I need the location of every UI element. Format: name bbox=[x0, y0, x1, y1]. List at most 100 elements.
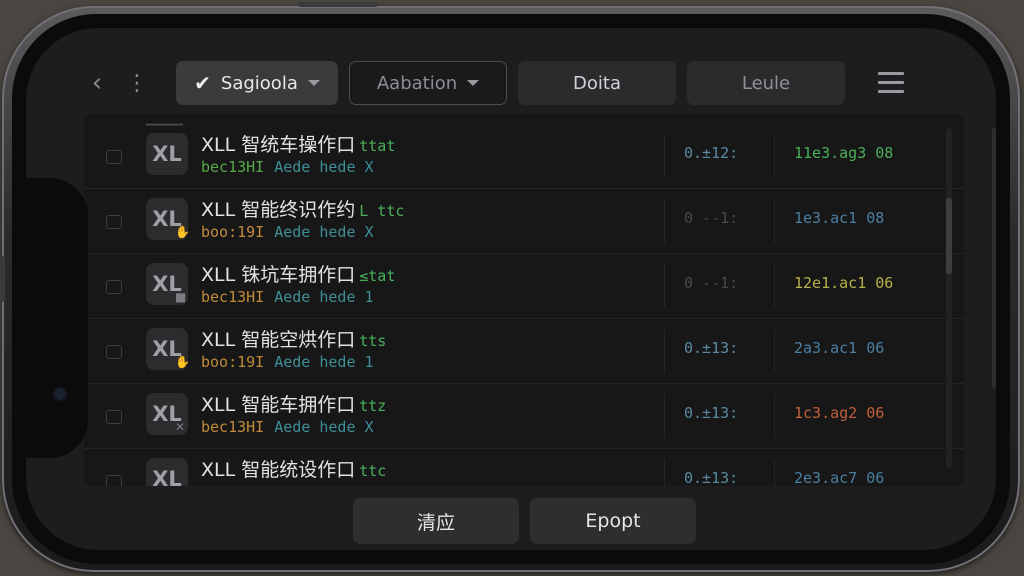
column-divider bbox=[774, 394, 775, 438]
segment-doita[interactable]: Doita bbox=[518, 61, 676, 105]
segment-sagioola[interactable]: ✔ Sagioola bbox=[176, 61, 338, 105]
camera-icon bbox=[54, 388, 66, 400]
column-divider bbox=[774, 134, 775, 178]
row-title: XLL 智能车拥作口 ttz bbox=[201, 390, 386, 417]
more-button[interactable]: ⋮ bbox=[122, 61, 152, 105]
row-checkbox[interactable] bbox=[106, 475, 122, 486]
row-tag: L ttc bbox=[359, 202, 405, 220]
row-time: 0.±12: bbox=[684, 144, 739, 162]
row-sub-code: bec13HI bbox=[201, 158, 265, 176]
column-divider bbox=[774, 264, 775, 308]
clear-button-label: 清应 bbox=[416, 511, 455, 534]
bezel: ‹ ⋮ ✔ Sagioola Aabation Doita Leule ▔▔▔ … bbox=[12, 14, 1010, 564]
partial-row-above: ▔▔▔ ▔▔▔▔ bbox=[146, 114, 183, 138]
outer-scrollbar[interactable] bbox=[992, 128, 996, 388]
screen: ‹ ⋮ ✔ Sagioola Aabation Doita Leule ▔▔▔ … bbox=[26, 28, 996, 550]
hamburger-menu-icon[interactable] bbox=[878, 72, 904, 94]
row-title-text: XLL 智能终识作约 bbox=[201, 199, 356, 221]
avatar: XL bbox=[146, 458, 188, 486]
row-sub-detail: Aede hede 1 bbox=[274, 288, 374, 306]
row-subtitle bbox=[201, 483, 211, 486]
row-checkbox[interactable] bbox=[106, 280, 122, 294]
row-subtitle: bec13HI Aede hede X bbox=[201, 158, 374, 176]
row-sub-code: boo:19I bbox=[201, 353, 265, 371]
row-value: 12e1.ac1 06 bbox=[794, 274, 894, 292]
camera-notch bbox=[26, 178, 88, 458]
row-tag: tts bbox=[359, 332, 387, 350]
avatar: XL bbox=[146, 133, 188, 175]
row-checkbox[interactable] bbox=[106, 150, 122, 164]
row-checkbox[interactable] bbox=[106, 345, 122, 359]
caret-down-icon bbox=[307, 80, 320, 86]
list-item[interactable]: XL ✕ XLL 智能车拥作口 ttz bec13HI Aede hede X 0.… bbox=[84, 384, 964, 449]
scrollbar-track[interactable] bbox=[946, 128, 952, 468]
column-divider bbox=[664, 134, 665, 178]
segment-label: Doita bbox=[573, 72, 621, 94]
column-divider bbox=[774, 459, 775, 486]
row-subtitle: boo:19I Aede hede 1 bbox=[201, 353, 374, 371]
row-title-text: XLL 智能车拥作口 bbox=[201, 394, 356, 416]
column-divider bbox=[664, 394, 665, 438]
segment-label: Sagioola bbox=[220, 72, 298, 94]
clear-button[interactable]: 清应 bbox=[353, 498, 519, 544]
avatar-badge-icon: ✋ bbox=[175, 355, 190, 369]
phone-frame: ‹ ⋮ ✔ Sagioola Aabation Doita Leule ▔▔▔ … bbox=[0, 2, 1020, 572]
column-divider bbox=[664, 264, 665, 308]
top-button bbox=[298, 2, 378, 7]
row-title: XLL 智统车操作口 ttat bbox=[201, 130, 395, 157]
column-divider bbox=[664, 199, 665, 243]
checkmark-icon: ✔ bbox=[194, 71, 211, 95]
avatar-badge-icon: ✕ bbox=[175, 420, 186, 434]
column-divider bbox=[774, 329, 775, 373]
row-sub-detail: Aede hede X bbox=[274, 158, 374, 176]
row-value: 2a3.ac1 06 bbox=[794, 339, 885, 357]
segment-aabation[interactable]: Aabation bbox=[349, 61, 507, 105]
segment-label: Leule bbox=[741, 72, 791, 94]
row-title: XLL 智能空烘作口 tts bbox=[201, 325, 386, 352]
row-time: 0 --1: bbox=[684, 209, 739, 227]
row-subtitle: bec13HI Aede hede 1 bbox=[201, 288, 374, 306]
chevron-left-icon: ‹ bbox=[91, 68, 103, 98]
row-time: 0.±13: bbox=[684, 469, 739, 486]
list-item[interactable]: XL ✋ XLL 智能空烘作口 tts boo:19I Aede hede 1 0.… bbox=[84, 319, 964, 384]
column-divider bbox=[664, 459, 665, 486]
column-divider bbox=[774, 199, 775, 243]
back-button[interactable]: ‹ bbox=[82, 61, 112, 105]
export-button-label: Epopt bbox=[585, 510, 641, 532]
row-sub-detail: Aede hede X bbox=[274, 418, 374, 436]
list-item[interactable]: XL XLL 智能统设作口 ttc 0.±13: 2e3.ac7 06 bbox=[84, 449, 964, 486]
segment-label: Aabation bbox=[376, 72, 458, 94]
row-title-text: XLL 智能统设作口 bbox=[201, 459, 356, 481]
column-divider bbox=[664, 329, 665, 373]
row-subtitle: boo:19I Aede hede X bbox=[201, 223, 374, 241]
segment-leule[interactable]: Leule bbox=[687, 61, 845, 105]
toolbar: ‹ ⋮ ✔ Sagioola Aabation Doita Leule bbox=[86, 61, 976, 105]
row-tag: ttz bbox=[359, 397, 387, 415]
row-sub-detail: Aede hede 1 bbox=[274, 353, 374, 371]
row-title: XLL 铢坑车拥作口 ≤tat bbox=[201, 260, 395, 287]
row-tag: ttc bbox=[359, 462, 387, 480]
row-subtitle: bec13HI Aede hede X bbox=[201, 418, 374, 436]
log-list-panel: ▔▔▔ ▔▔▔▔ XL XLL 智统车操作口 ttat bec13HI Aede h… bbox=[84, 114, 964, 486]
row-checkbox[interactable] bbox=[106, 215, 122, 229]
row-checkbox[interactable] bbox=[106, 410, 122, 424]
vertical-dots-icon: ⋮ bbox=[126, 70, 148, 96]
export-button[interactable]: Epopt bbox=[530, 498, 696, 544]
log-list: XL XLL 智统车操作口 ttat bec13HI Aede hede X 0.±… bbox=[84, 124, 964, 486]
row-title: XLL 智能终识作约 L ttc bbox=[201, 195, 404, 222]
row-sub-code: bec13HI bbox=[201, 418, 265, 436]
avatar-badge-icon: ✋ bbox=[175, 225, 190, 239]
list-item[interactable]: XL ✋ XLL 智能终识作约 L ttc boo:19I Aede hede X … bbox=[84, 189, 964, 254]
avatar-badge-icon: ■ bbox=[175, 290, 187, 304]
row-title-text: XLL 铢坑车拥作口 bbox=[201, 264, 356, 286]
caret-down-icon bbox=[467, 80, 480, 86]
row-value: 1e3.ac1 08 bbox=[794, 209, 885, 227]
row-time: 0.±13: bbox=[684, 404, 739, 422]
row-title-text: XLL 智能空烘作口 bbox=[201, 329, 356, 351]
scrollbar-thumb[interactable] bbox=[946, 198, 952, 274]
row-value: 1c3.ag2 06 bbox=[794, 404, 885, 422]
list-item[interactable]: XL XLL 智统车操作口 ttat bec13HI Aede hede X 0.±… bbox=[84, 124, 964, 189]
list-item[interactable]: XL ■ XLL 铢坑车拥作口 ≤tat bec13HI Aede hede 1 0… bbox=[84, 254, 964, 319]
row-sub-code: boo:19I bbox=[201, 223, 265, 241]
row-sub-detail: Aede hede X bbox=[274, 223, 374, 241]
